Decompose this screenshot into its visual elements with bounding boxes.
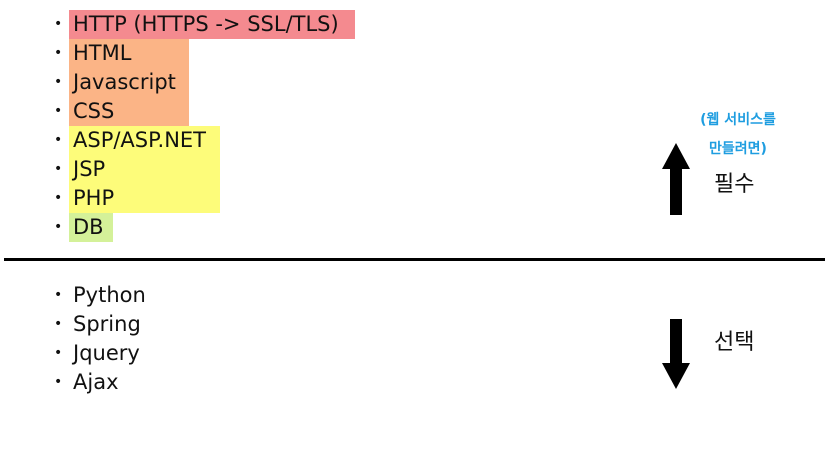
bullet: • (54, 74, 63, 90)
bullet: • (54, 190, 63, 206)
list-item-label: Spring (73, 312, 141, 336)
list-item-label: Ajax (73, 370, 119, 394)
list-item-label: JSP (69, 155, 220, 184)
bullet: • (54, 287, 63, 303)
bullet: • (54, 219, 63, 235)
note-line-1: (웹 서비스를 (700, 112, 776, 128)
arrow-down-icon (662, 319, 690, 389)
list-item-label: PHP (69, 184, 220, 213)
list-item-label: DB (69, 213, 113, 242)
bullet: • (54, 345, 63, 361)
list-item-label: Javascript (69, 68, 189, 97)
section-divider (4, 258, 825, 261)
list-item-label: HTTP (HTTPS -> SSL/TLS) (69, 10, 355, 39)
list-item-label: Python (73, 283, 146, 307)
bullet: • (54, 316, 63, 332)
bullet: • (54, 374, 63, 390)
bullet: • (54, 16, 63, 32)
note-line-2: 만들려면) (709, 141, 767, 157)
list-item-label: Jquery (73, 341, 140, 365)
list-item-label: CSS (69, 97, 189, 126)
arrow-up-icon (662, 143, 690, 215)
bullet: • (54, 161, 63, 177)
list-item-label: HTML (69, 39, 189, 68)
bullet: • (54, 103, 63, 119)
required-label: 필수 (714, 172, 755, 197)
optional-label: 선택 (714, 330, 755, 355)
web-service-note: (웹 서비스를 만들려면) (676, 106, 800, 164)
list-item-label: ASP/ASP.NET (69, 126, 220, 155)
bullet: • (54, 45, 63, 61)
bullet: • (54, 132, 63, 148)
